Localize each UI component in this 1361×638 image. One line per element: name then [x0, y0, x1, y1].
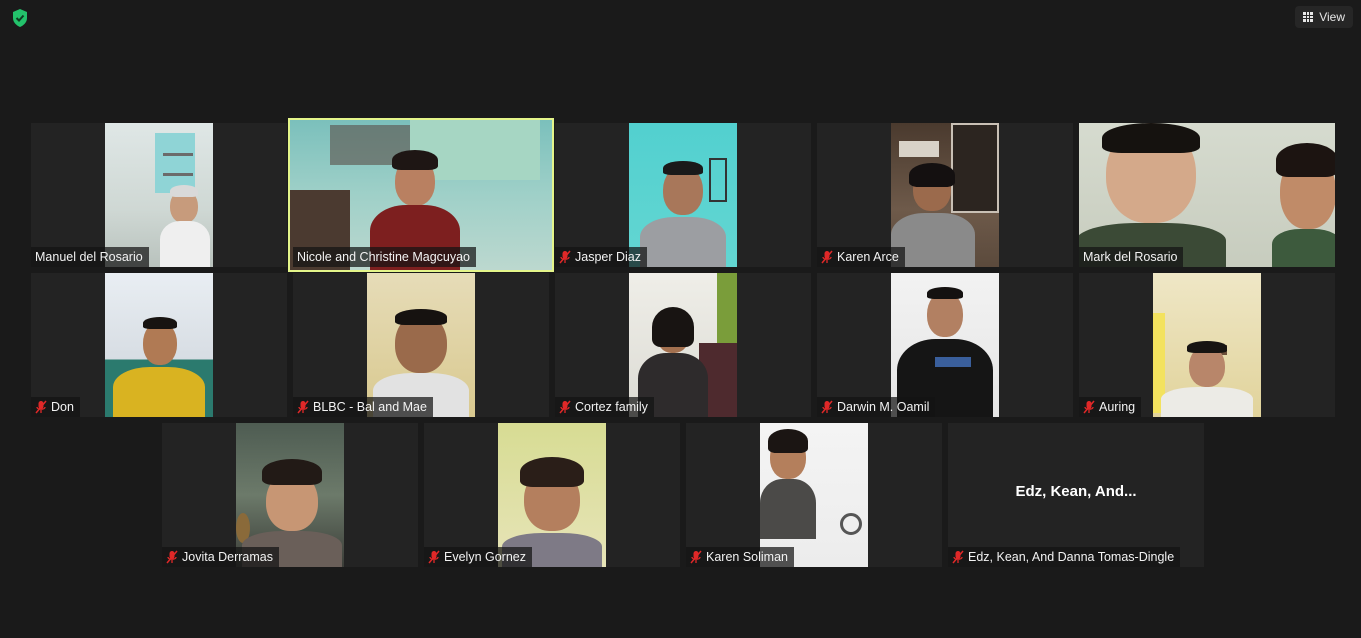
participant-video: [891, 123, 999, 267]
muted-mic-icon: [35, 400, 47, 414]
participant-name-tag: Darwin M. Oamil: [817, 397, 936, 417]
muted-mic-icon: [821, 250, 833, 264]
participant-video: [105, 123, 213, 267]
participant-name-tag: Don: [31, 397, 80, 417]
participant-name-tag: Evelyn Gornez: [424, 547, 532, 567]
participant-name-tag: Nicole and Christine Magcuyao: [293, 247, 477, 267]
participant-video: [891, 273, 999, 417]
video-tile-camera-off[interactable]: Edz, Kean, And... Edz, Kean, And Danna T…: [948, 423, 1204, 567]
video-tile[interactable]: Evelyn Gornez: [424, 423, 680, 567]
participant-video: [105, 273, 213, 417]
video-tile[interactable]: Mark del Rosario: [1079, 123, 1335, 267]
muted-mic-icon: [166, 550, 178, 564]
participant-video: [1153, 273, 1261, 417]
participant-video: [498, 423, 606, 567]
view-label: View: [1319, 10, 1345, 24]
participant-video: [236, 423, 344, 567]
participant-name-tag: BLBC - Bal and Mae: [293, 397, 433, 417]
video-tile[interactable]: Karen Soliman: [686, 423, 942, 567]
muted-mic-icon: [559, 400, 571, 414]
participant-video: [629, 273, 737, 417]
participant-video: [629, 123, 737, 267]
participant-video: [367, 273, 475, 417]
video-tile[interactable]: Darwin M. Oamil: [817, 273, 1073, 417]
video-tile-active-speaker[interactable]: Nicole and Christine Magcuyao: [288, 118, 554, 272]
participant-name-tag: Cortez family: [555, 397, 654, 417]
participant-video: [760, 423, 868, 567]
security-shield-icon[interactable]: [10, 8, 30, 28]
participant-name-tag: Edz, Kean, And Danna Tomas-Dingle: [948, 547, 1181, 567]
participant-name-tag: Auring: [1079, 397, 1142, 417]
video-tile[interactable]: Cortez family: [555, 273, 811, 417]
video-tile[interactable]: BLBC - Bal and Mae: [293, 273, 549, 417]
video-tile[interactable]: Jasper Diaz: [555, 123, 811, 267]
video-tile[interactable]: Auring: [1079, 273, 1335, 417]
participant-name-tag: Mark del Rosario: [1079, 247, 1184, 267]
muted-mic-icon: [821, 400, 833, 414]
participant-video: [1079, 123, 1335, 267]
video-tile[interactable]: Don: [31, 273, 287, 417]
view-button[interactable]: View: [1295, 6, 1353, 28]
video-tile[interactable]: Karen Arce: [817, 123, 1073, 267]
video-tile[interactable]: Manuel del Rosario: [31, 123, 287, 267]
participant-display-name: Edz, Kean, And...: [1015, 483, 1137, 500]
participant-name-tag: Jovita Derramas: [162, 547, 279, 567]
muted-mic-icon: [1083, 400, 1095, 414]
muted-mic-icon: [952, 550, 964, 564]
participant-name-tag: Manuel del Rosario: [31, 247, 149, 267]
participant-name-tag: Karen Soliman: [686, 547, 794, 567]
video-tile[interactable]: Jovita Derramas: [162, 423, 418, 567]
participant-name-tag: Karen Arce: [817, 247, 905, 267]
grid-view-icon: [1303, 12, 1313, 22]
participant-name-tag: Jasper Diaz: [555, 247, 647, 267]
muted-mic-icon: [297, 400, 309, 414]
muted-mic-icon: [428, 550, 440, 564]
muted-mic-icon: [690, 550, 702, 564]
muted-mic-icon: [559, 250, 571, 264]
